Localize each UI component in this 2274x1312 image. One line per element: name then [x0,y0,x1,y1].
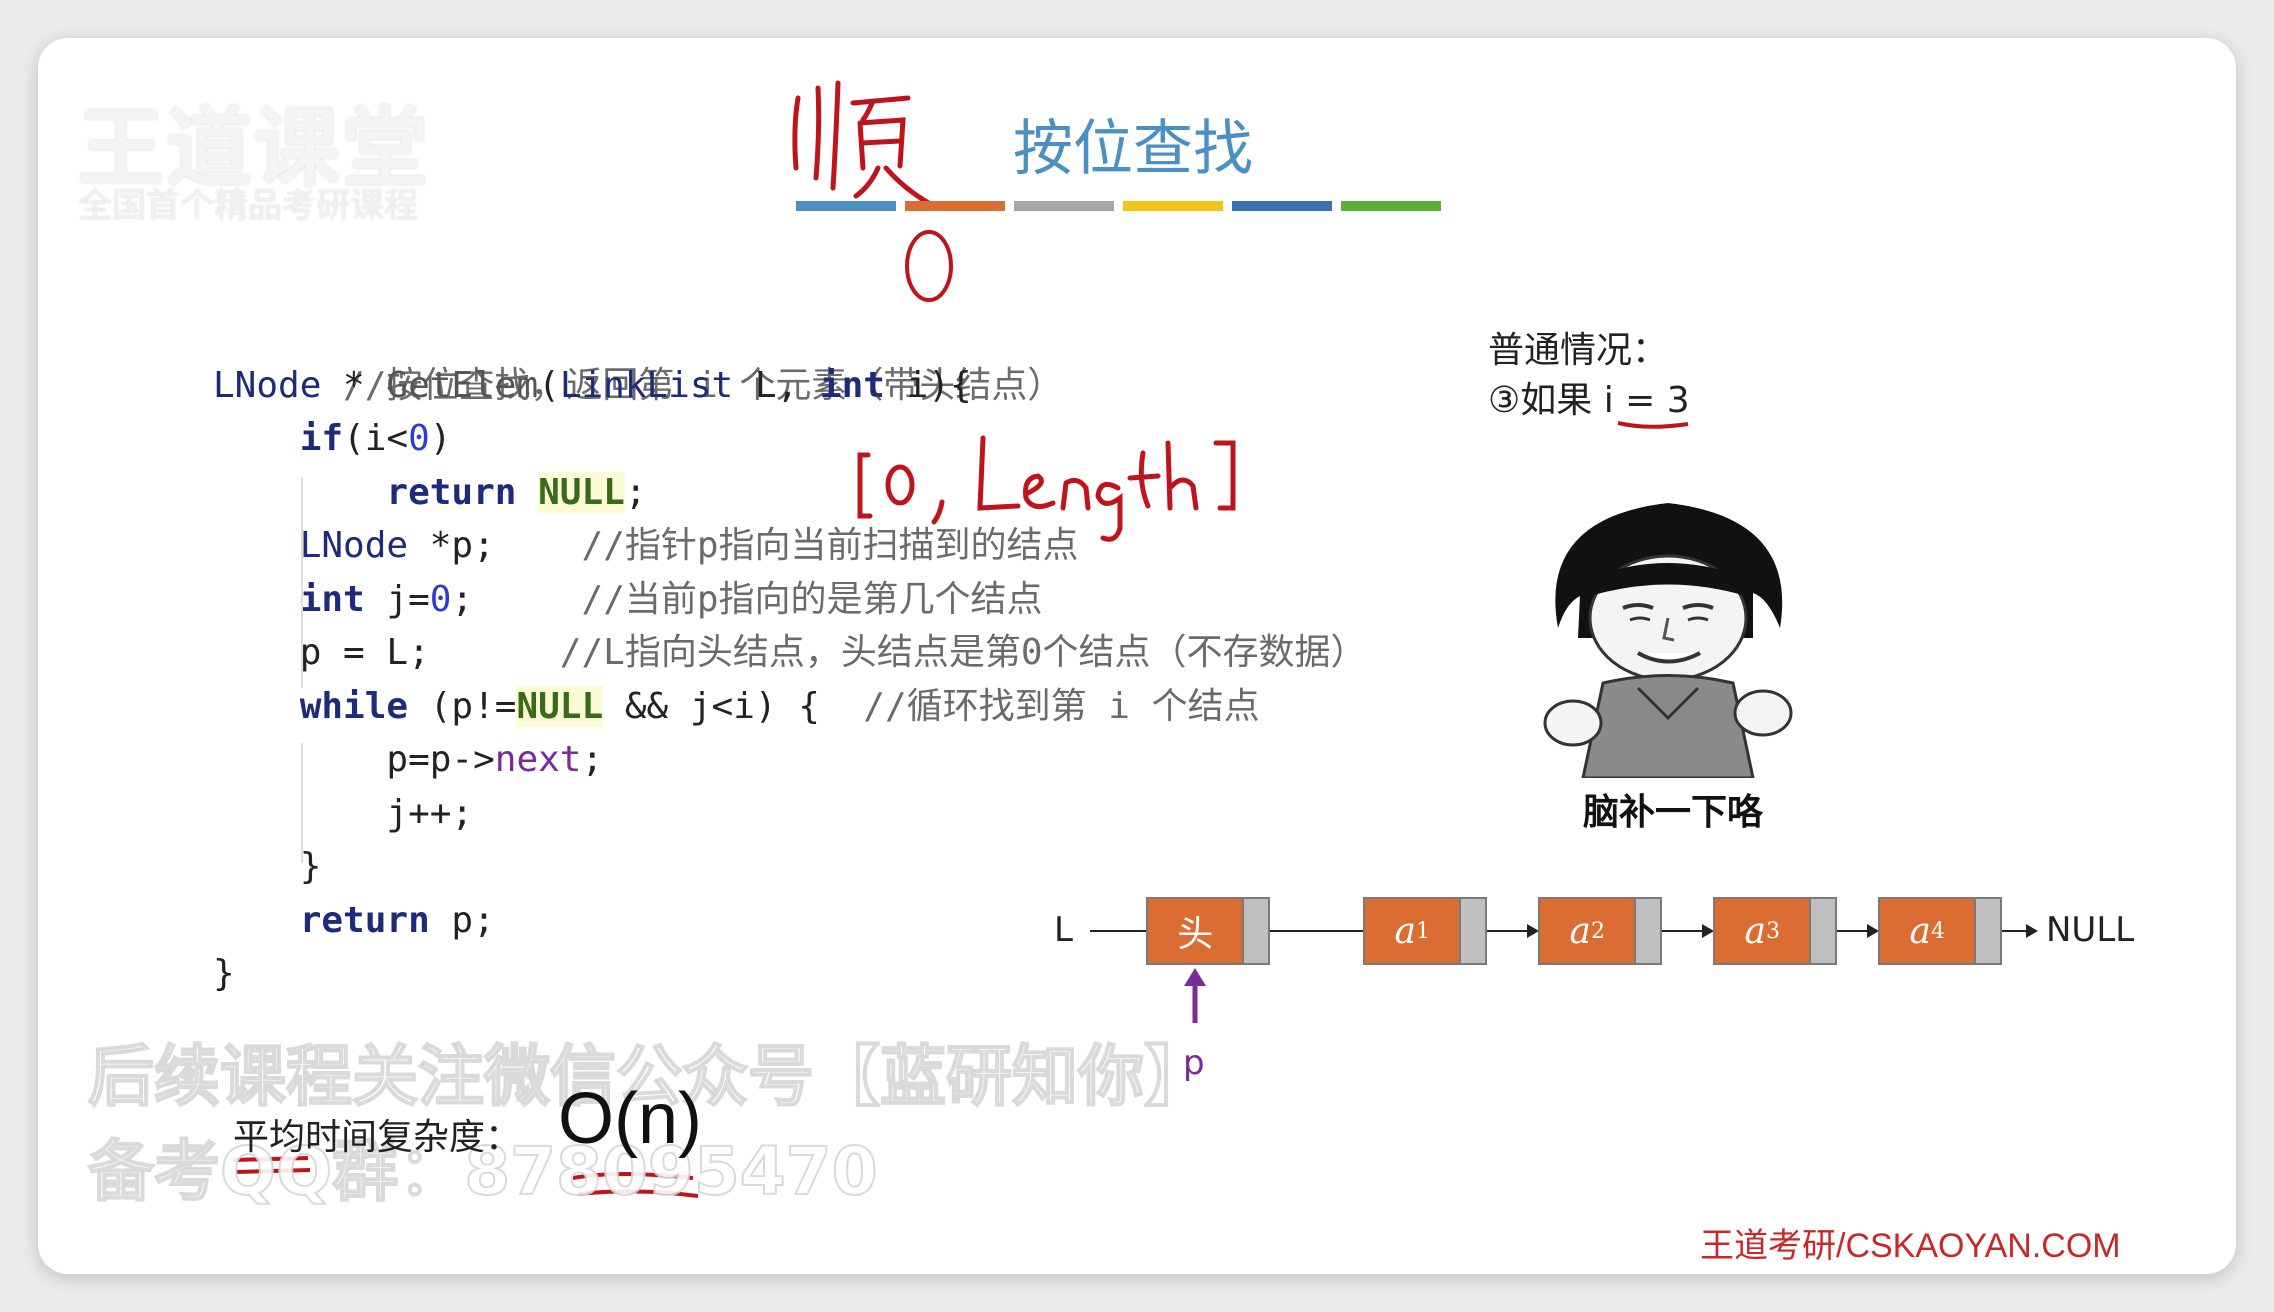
list-node-data: a3 [1715,899,1810,963]
circle-annotation [905,230,953,302]
head-node: 头 [1146,897,1270,965]
complexity-value: O(n) [558,1079,702,1159]
pointer-arrow-head [1184,968,1206,986]
note-condition: ③如果 i = 3 [1488,371,1690,423]
node-pointer-field [1242,899,1268,963]
node-subscript: 4 [1930,918,1945,944]
note-prefix: ③如果 [1488,380,1604,421]
list-node: a4 [1878,897,2002,965]
meme-caption: 脑补一下咯 [1583,792,1764,833]
node-pointer-field [1459,899,1485,963]
footer-brand: 王道考研/CSKAOYAN.COM [1700,1227,2121,1265]
range-annotation [857,435,1236,542]
list-node-data: a4 [1880,899,1975,963]
node-pointer-field [1974,899,2000,963]
list-node: a2 [1538,897,1662,965]
arrow [2002,924,2038,938]
node-base: a [1569,910,1591,952]
slide: 王道课堂 全国首个精品考研课程 按位查找 //按位查找，返回第 i 个元素（带头… [38,38,2236,1274]
meme-face-icon [1543,503,1793,780]
complexity-label: 平均时间复杂度： [233,1117,522,1158]
node-pointer-field [1634,899,1660,963]
list-node: a1 [1363,897,1487,965]
node-base: a [1744,910,1766,952]
head-pointer-label: L [1054,910,1073,950]
list-node-data: a2 [1540,899,1635,963]
head-node-data: 头 [1148,899,1243,963]
node-subscript: 3 [1765,918,1780,944]
list-node-data: a1 [1365,899,1460,963]
node-base: a [1394,910,1416,952]
arrow [1837,924,1879,938]
null-label: NULL [2046,910,2135,950]
list-node: a3 [1713,897,1837,965]
node-subscript: 2 [1590,918,1605,944]
node-base: a [1909,910,1931,952]
underline-annotation [1617,421,1689,429]
note-cond: i = 3 [1603,380,1690,421]
arrow [1487,924,1539,938]
node-pointer-field [1809,899,1835,963]
note-heading: 普通情况： [1488,330,1669,371]
meme-illustration [1518,478,1818,818]
node-subscript: 1 [1415,918,1430,944]
arrow [1662,924,1714,938]
